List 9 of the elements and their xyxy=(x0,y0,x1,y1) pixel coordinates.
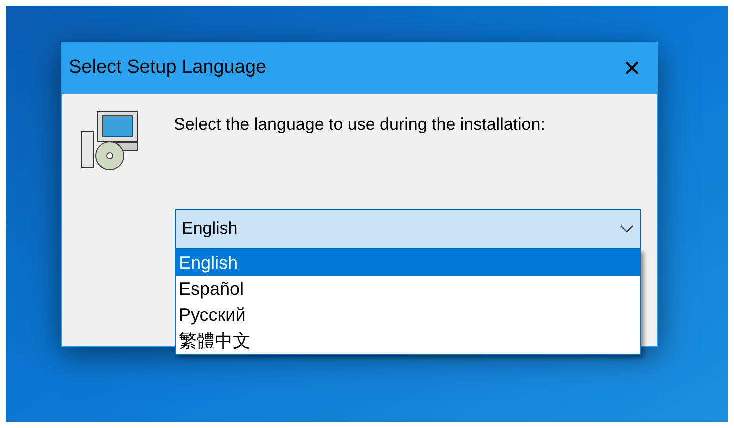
close-button[interactable]: ✕ xyxy=(623,58,641,80)
chevron-down-icon xyxy=(620,225,634,233)
language-option[interactable]: English xyxy=(176,250,640,276)
instruction-text: Select the language to use during the installation: xyxy=(174,114,546,136)
language-option[interactable]: Русский xyxy=(176,302,640,328)
window-title: Select Setup Language xyxy=(69,56,267,80)
language-dropdown[interactable]: English xyxy=(175,209,641,249)
language-option[interactable]: 繁體中文 xyxy=(176,328,640,354)
language-option[interactable]: Español xyxy=(176,276,640,302)
